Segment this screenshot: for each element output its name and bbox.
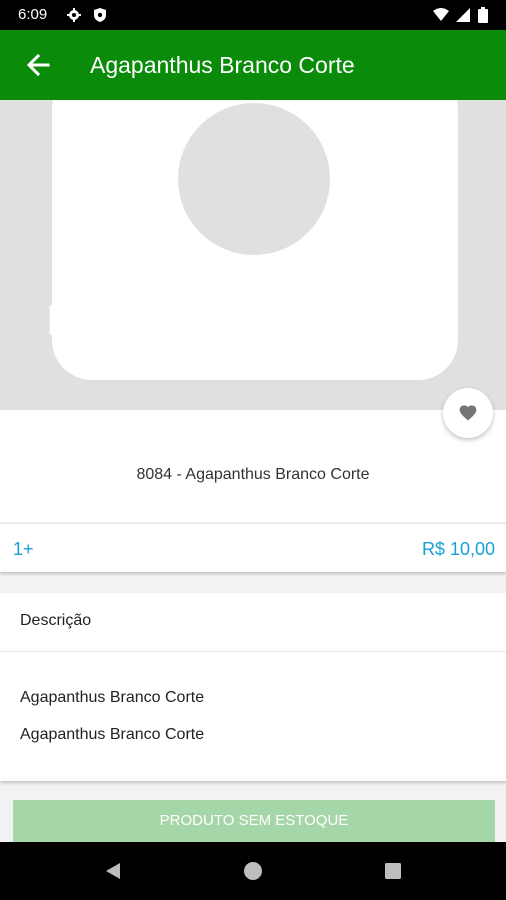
nav-back-icon[interactable] (103, 861, 123, 881)
divider (0, 651, 506, 652)
app-bar: Agapanthus Branco Corte (0, 30, 506, 100)
nav-home-icon[interactable] (243, 861, 263, 881)
signal-icon (456, 8, 470, 22)
favorite-button[interactable] (443, 388, 493, 438)
product-image-placeholder: PRODUTO SEM IMAGEM (0, 100, 506, 410)
battery-icon (478, 7, 488, 23)
nav-recents-icon[interactable] (383, 861, 403, 881)
heart-icon (459, 405, 477, 421)
wifi-icon (433, 8, 449, 21)
product-name: 8084 - Agapanthus Branco Corte (136, 466, 370, 483)
price-row: 1+ R$ 10,00 (0, 523, 506, 572)
product-price: R$ 10,00 (421, 539, 495, 559)
page-title: Agapanthus Branco Corte (90, 52, 355, 78)
description-card: Descrição Agapanthus Branco Corte Agapan… (0, 593, 506, 781)
description-heading: Descrição (20, 612, 92, 629)
quantity-selector[interactable]: 1+ (13, 539, 34, 560)
settings-icon (67, 8, 81, 22)
placeholder-circle (178, 103, 330, 255)
status-bar: 6:09 (0, 0, 506, 30)
shield-icon (94, 8, 106, 22)
back-arrow-icon[interactable] (20, 47, 56, 83)
no-image-text: PRODUTO SEM IMAGEM (47, 296, 459, 345)
navigation-bar (0, 842, 506, 900)
product-name-card: 8084 - Agapanthus Branco Corte (0, 410, 506, 522)
status-time: 6:09 (18, 6, 48, 23)
description-line: Agapanthus Branco Corte (20, 726, 205, 743)
out-of-stock-button[interactable]: PRODUTO SEM ESTOQUE (13, 800, 495, 842)
description-line: Agapanthus Branco Corte (20, 689, 205, 706)
